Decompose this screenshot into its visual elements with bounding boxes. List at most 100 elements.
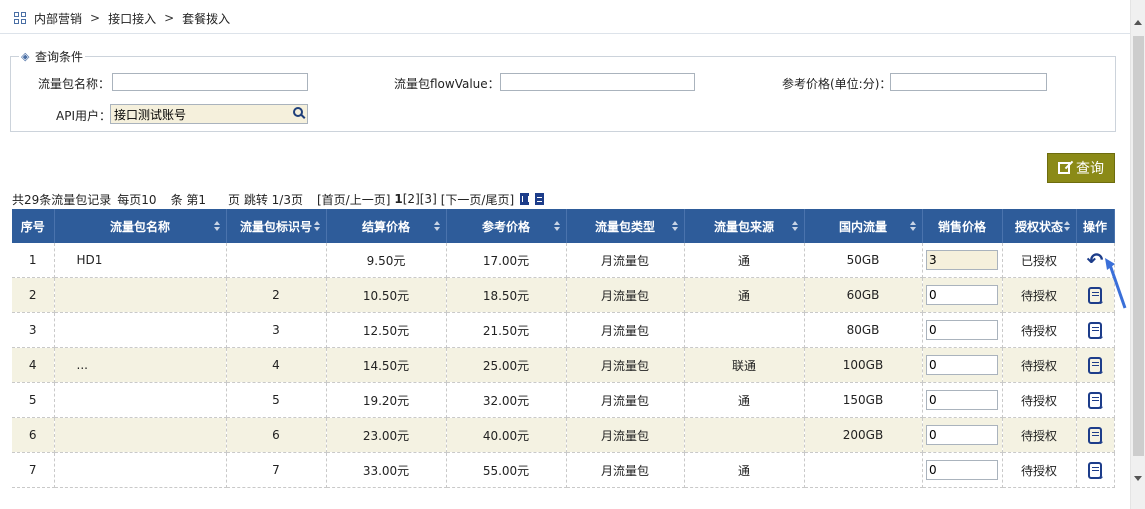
- cell-name: [54, 277, 227, 313]
- grant-icon[interactable]: [1088, 286, 1105, 307]
- pager-first-prev-link[interactable]: [首页/上一页]: [317, 191, 390, 208]
- cell-code: 6: [226, 417, 327, 453]
- cell-domestic: 80GB: [804, 312, 923, 348]
- column-header-ref-price[interactable]: 参考价格: [446, 209, 567, 243]
- cell-code: [226, 243, 327, 278]
- cell-ref-price: 18.50元: [446, 277, 567, 313]
- revoke-icon[interactable]: ↶: [1087, 250, 1104, 270]
- api-user-input[interactable]: [111, 105, 287, 123]
- grant-icon[interactable]: [1088, 391, 1105, 412]
- sort-icon[interactable]: [671, 221, 678, 231]
- name-label: 流量包名称：: [38, 77, 111, 91]
- scroll-down-arrow-icon[interactable]: [1134, 476, 1142, 481]
- legend-label: 查询条件: [35, 50, 84, 64]
- price-input[interactable]: [890, 73, 1047, 91]
- sort-icon[interactable]: [553, 221, 560, 231]
- cell-source: 通: [684, 243, 805, 278]
- cell-name: [54, 452, 227, 488]
- cell-domestic: 50GB: [804, 243, 923, 278]
- grant-icon[interactable]: [1088, 356, 1105, 377]
- cell-name: HD1: [54, 243, 227, 278]
- table-row: 1HD1 9.50元17.00元月流量包通50GB 已授权 ↶: [12, 243, 1115, 278]
- sale-price-input[interactable]: [926, 320, 998, 340]
- scrollbar-thumb[interactable]: [1133, 36, 1144, 456]
- sort-icon[interactable]: [213, 221, 220, 231]
- breadcrumb-item[interactable]: 接口接入: [108, 10, 156, 27]
- grant-icon[interactable]: [1088, 321, 1105, 342]
- pager-current-page: 1: [394, 192, 403, 206]
- cell-ref-price: 25.00元: [446, 347, 567, 383]
- cell-settle-price: 12.50元: [326, 312, 447, 348]
- cell-action: [1076, 312, 1115, 348]
- sort-icon[interactable]: [313, 221, 320, 231]
- sort-icon[interactable]: [433, 221, 440, 231]
- package-table: 序号 流量包名称 流量包标识号 结算价格 参考价格 流量包类型 流量包来源 国内…: [12, 209, 1115, 488]
- breadcrumb-separator: >: [164, 11, 175, 25]
- column-header-name[interactable]: 流量包名称: [54, 209, 227, 243]
- cell-domestic: [804, 452, 923, 488]
- cell-settle-price: 14.50元: [326, 347, 447, 383]
- pager-total: 共29条流量包记录: [12, 192, 112, 207]
- cell-code: 7: [226, 452, 327, 488]
- sale-price-input[interactable]: [926, 250, 998, 270]
- sort-icon[interactable]: [1063, 221, 1070, 231]
- cell-source: 通: [684, 277, 805, 313]
- cell-status: 待授权: [1002, 277, 1077, 313]
- scroll-up-arrow-icon[interactable]: [1134, 20, 1142, 25]
- column-header-source[interactable]: 流量包来源: [684, 209, 805, 243]
- grid-icon: [14, 12, 26, 24]
- cell-source: 通: [684, 452, 805, 488]
- export-doc-icon[interactable]: [535, 193, 545, 205]
- pager-page-suffix: 页 跳转 1/3页: [228, 192, 303, 207]
- sort-icon[interactable]: [909, 221, 916, 231]
- cell-status: 待授权: [1002, 347, 1077, 383]
- search-icon[interactable]: [293, 107, 303, 117]
- pager-page-3-link[interactable]: [3]: [420, 192, 437, 206]
- query-button[interactable]: 查询: [1047, 153, 1115, 183]
- sale-price-input[interactable]: [926, 390, 998, 410]
- column-header-status[interactable]: 授权状态: [1002, 209, 1077, 243]
- flow-input[interactable]: [500, 73, 695, 91]
- sale-price-input[interactable]: [926, 460, 998, 480]
- cell-sale-price: [922, 243, 1003, 278]
- cell-status: 待授权: [1002, 417, 1077, 453]
- table-row: 4...414.50元25.00元月流量包联通100GB待授权: [12, 347, 1115, 383]
- api-user-label: API用户：: [56, 109, 111, 123]
- cell-type: 月流量包: [566, 277, 685, 313]
- name-input[interactable]: [112, 73, 308, 91]
- pager-page-2-link[interactable]: [2]: [403, 192, 420, 206]
- grant-icon[interactable]: [1088, 461, 1105, 482]
- column-header-code[interactable]: 流量包标识号: [226, 209, 327, 243]
- table-row: 7733.00元55.00元月流量包通待授权: [12, 452, 1115, 488]
- price-label: 参考价格(单位:分)：: [782, 77, 892, 91]
- sort-icon[interactable]: [791, 221, 798, 231]
- cell-type: 月流量包: [566, 312, 685, 348]
- cell-seq: 4: [12, 347, 55, 383]
- cell-ref-price: 32.00元: [446, 382, 567, 418]
- pager-next-last-link[interactable]: [下一页/尾页]: [441, 191, 514, 208]
- pager-page-prefix: 条 第1: [170, 192, 207, 207]
- cell-sale-price: [922, 382, 1003, 418]
- column-header-type[interactable]: 流量包类型: [566, 209, 685, 243]
- grant-icon[interactable]: [1088, 426, 1105, 447]
- sale-price-input[interactable]: [926, 425, 998, 445]
- export-excel-icon[interactable]: [520, 193, 530, 205]
- api-user-field[interactable]: [110, 104, 308, 124]
- column-header-sale-price: 销售价格: [922, 209, 1003, 243]
- cell-source: [684, 312, 805, 348]
- cell-source: 通: [684, 382, 805, 418]
- cell-domestic: 100GB: [804, 347, 923, 383]
- cell-sale-price: [922, 452, 1003, 488]
- sale-price-input[interactable]: [926, 285, 998, 305]
- cell-seq: 6: [12, 417, 55, 453]
- flow-label: 流量包flowValue：: [394, 77, 500, 91]
- breadcrumb-item[interactable]: 内部营销: [34, 10, 82, 27]
- cell-name: ...: [54, 347, 227, 383]
- column-header-domestic[interactable]: 国内流量: [804, 209, 923, 243]
- query-conditions-legend: ◈ 查询条件: [19, 48, 85, 65]
- vertical-scrollbar[interactable]: [1130, 0, 1145, 509]
- sale-price-input[interactable]: [926, 355, 998, 375]
- column-header-settle-price[interactable]: 结算价格: [326, 209, 447, 243]
- cell-action: [1076, 452, 1115, 488]
- layers-icon: ◈: [21, 49, 30, 63]
